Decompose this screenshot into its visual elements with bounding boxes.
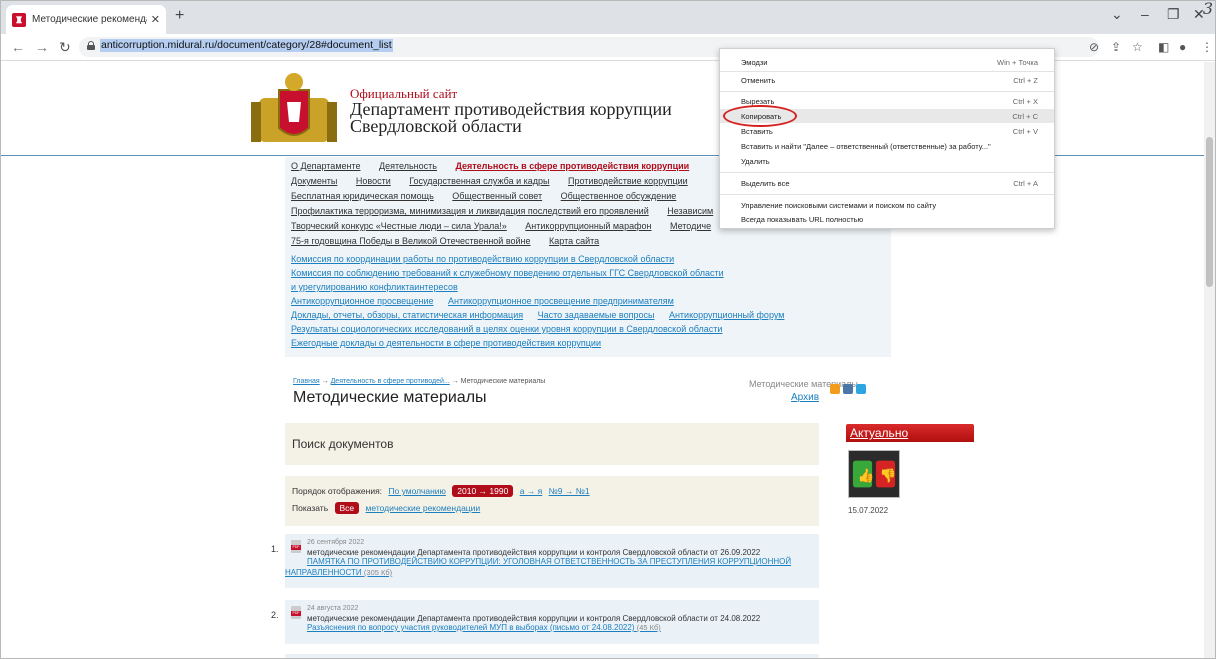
handwritten-mark: 3 [1202, 0, 1213, 18]
archive-link[interactable]: Архив [791, 392, 819, 403]
document-link[interactable]: ПАМЯТКА ПО ПРОТИВОДЕЙСТВИЮ КОРРУПЦИИ: УГ… [307, 557, 807, 567]
link-faq[interactable]: Часто задаваемые вопросы [538, 310, 655, 320]
menu-item-paste-search[interactable]: Вставить и найти "Далее – ответственный … [720, 139, 1054, 153]
sort-filter-panel: Порядок отображения: По умолчанию 2010 →… [285, 476, 819, 526]
menu-item-delete[interactable]: Удалить [720, 154, 1054, 168]
nav-documents[interactable]: Документы [291, 176, 337, 186]
reload-icon[interactable]: ↻ [59, 39, 71, 56]
nav-methodical[interactable]: Методиче [670, 221, 711, 231]
svg-text:👍: 👍 [858, 467, 875, 483]
nav-public-discussion[interactable]: Общественное обсуждение [561, 191, 677, 201]
link-commission-conduct[interactable]: Комиссия по соблюдению требований к служ… [291, 268, 724, 278]
list-item [285, 654, 819, 658]
breadcrumb-activity[interactable]: Деятельность в сфере противодей... [331, 378, 450, 385]
menu-dots-icon[interactable]: ⋮ [1201, 40, 1213, 54]
svg-text:👎: 👎 [880, 468, 897, 483]
nav-about[interactable]: О Департаменте [291, 161, 361, 171]
link-forum[interactable]: Антикоррупционный форум [669, 310, 784, 320]
browser-tab[interactable]: ♜ Методические рекомендации ✕ [6, 5, 166, 34]
context-menu: Эмодзи Win + Точка Отменить Ctrl + Z Вырез… [719, 48, 1055, 229]
share-icon[interactable]: ⇪ [1111, 40, 1121, 54]
show-filter[interactable]: методические рекомендации [366, 503, 481, 513]
menu-item-undo[interactable]: Отменить Ctrl + Z [720, 73, 1054, 87]
site-title[interactable]: Департамент противодействия коррупции Св… [350, 100, 690, 135]
menu-item-always-url[interactable]: Всегда показывать URL полностью [720, 212, 1054, 226]
sort-number[interactable]: №9 → №1 [549, 486, 590, 496]
sort-alpha[interactable]: а → я [520, 486, 543, 496]
document-search[interactable]: Поиск документов [285, 423, 819, 465]
nav-legal-aid[interactable]: Бесплатная юридическая помощь [291, 191, 434, 201]
nav-contest[interactable]: Творческий конкурс «Честные люди – сила … [291, 221, 507, 231]
tab-title: Методические рекомендации [32, 14, 147, 25]
sort-year[interactable]: 2010 → 1990 [452, 485, 514, 497]
breadcrumb-current: Методические материалы [460, 378, 546, 385]
scrollbar[interactable] [1204, 62, 1215, 658]
minimize-icon[interactable]: – [1141, 6, 1149, 22]
search-title[interactable]: Поиск документов [292, 437, 393, 451]
tab-strip: ♜ Методические рекомендации ✕ + ⌄ – ❐ ✕ … [1, 0, 1215, 34]
vk-icon[interactable] [843, 384, 853, 394]
url-text[interactable]: anticorruption.midural.ru/document/categ… [100, 39, 393, 52]
breadcrumb-home[interactable]: Главная [293, 378, 320, 385]
list-item: 2. 24 августа 2022 методические рекоменд… [271, 600, 819, 644]
translate-icon[interactable]: ⊘ [1089, 40, 1099, 54]
site-favicon-icon: ♜ [12, 12, 26, 27]
forward-icon[interactable]: → [35, 39, 49, 55]
scroll-thumb[interactable] [1206, 137, 1213, 287]
section-label: Методические материалы [749, 379, 858, 389]
document-link-cont[interactable]: НАПРАВЛЕННОСТИ (305 Кб) [285, 568, 392, 577]
link-commission-coordination[interactable]: Комиссия по координации работы по против… [291, 254, 674, 264]
thumbs-icon[interactable]: 👍 👎 [848, 450, 900, 498]
show-label: Показать [292, 503, 329, 513]
aside-date: 15.07.2022 [848, 506, 889, 515]
tab-search-icon[interactable]: ⌄ [1111, 6, 1123, 23]
document-link[interactable]: Разъяснения по вопросу участия руководит… [307, 623, 807, 633]
menu-item-manage-search[interactable]: Управление поисковыми системами и поиско… [720, 198, 1054, 212]
nav-victory[interactable]: 75-я годовщина Победы в Великой Отечеств… [291, 236, 531, 246]
nav-activity[interactable]: Деятельность [379, 161, 437, 171]
nav-civil-service[interactable]: Государственная служба и кадры [409, 176, 549, 186]
nav-public-council[interactable]: Общественный совет [452, 191, 542, 201]
new-tab-icon[interactable]: + [175, 7, 184, 25]
nav-news[interactable]: Новости [356, 176, 391, 186]
maximize-icon[interactable]: ❐ [1167, 6, 1180, 23]
sort-default[interactable]: По умолчанию [388, 486, 445, 496]
link-sociology[interactable]: Результаты социологических исследований … [291, 324, 722, 334]
link-reports[interactable]: Доклады, отчеты, обзоры, статистическая … [291, 310, 523, 320]
aside-heading[interactable]: Актуально [846, 424, 974, 442]
show-all[interactable]: Все [334, 502, 360, 514]
link-conflict-interest[interactable]: и урегулированию конфликтаинтересов [291, 282, 458, 292]
list-item: 1. 26 сентября 2022 методические рекомен… [271, 534, 819, 588]
nav-terrorism[interactable]: Профилактика терроризма, минимизация и л… [291, 206, 649, 216]
back-icon[interactable]: ← [11, 39, 25, 55]
browser-window: ♜ Методические рекомендации ✕ + ⌄ – ❐ ✕ … [0, 0, 1216, 659]
highlight-circle [723, 105, 797, 127]
profile-icon[interactable]: ● [1179, 40, 1186, 54]
breadcrumb: Главная → Деятельность в сфере противоде… [293, 378, 546, 385]
menu-item-emoji[interactable]: Эмодзи Win + Точка [720, 55, 1054, 69]
close-tab-icon[interactable]: ✕ [151, 13, 160, 26]
pdf-icon [291, 606, 301, 619]
sidepanel-icon[interactable]: ◧ [1158, 40, 1169, 54]
nav-independent[interactable]: Независим [667, 206, 713, 216]
link-education-business[interactable]: Антикоррупционное просвещение предприним… [448, 296, 674, 306]
sort-label: Порядок отображения: [292, 486, 383, 496]
nav-counteraction[interactable]: Противодействие коррупции [568, 176, 688, 186]
page-title: Методические материалы [293, 389, 487, 406]
menu-item-select-all[interactable]: Выделить все Ctrl + A [720, 176, 1054, 190]
link-education[interactable]: Антикоррупционное просвещение [291, 296, 433, 306]
rss-icon[interactable] [830, 384, 840, 394]
bookmark-star-icon[interactable]: ☆ [1132, 40, 1143, 54]
telegram-icon[interactable] [856, 384, 866, 394]
pdf-icon [291, 540, 301, 553]
nav-anticorruption[interactable]: Деятельность в сфере противодействия кор… [455, 161, 689, 171]
lock-icon[interactable] [87, 41, 95, 50]
nav-marathon[interactable]: Антикоррупционный марафон [525, 221, 651, 231]
nav-sitemap[interactable]: Карта сайта [549, 236, 599, 246]
coat-of-arms-icon [251, 73, 337, 142]
link-annual-reports[interactable]: Ежегодные доклады о деятельности в сфере… [291, 338, 601, 348]
